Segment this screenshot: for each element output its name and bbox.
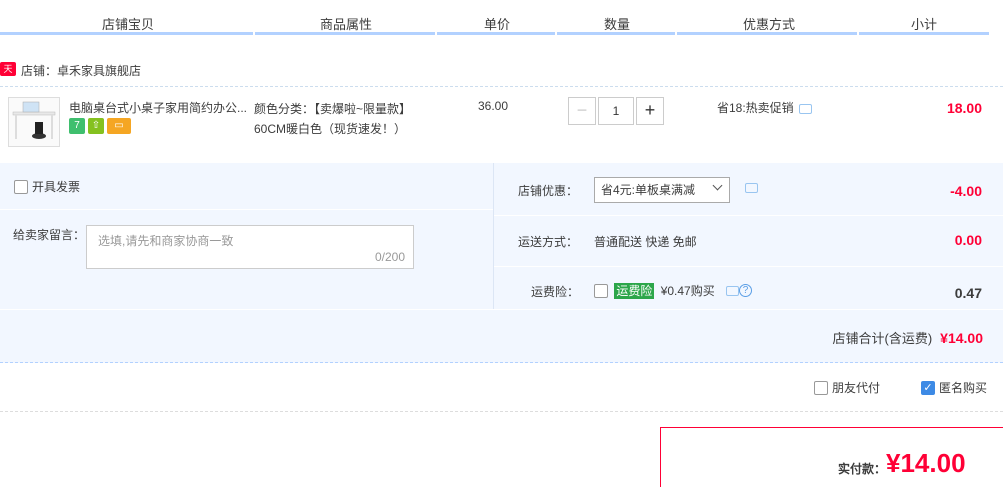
col-subtotal: 小计 [911, 17, 938, 32]
col-discount: 优惠方式 [743, 17, 796, 32]
col-quantity: 数量 [604, 17, 631, 32]
chat-icon[interactable] [726, 285, 740, 296]
desk-image-icon [12, 101, 56, 139]
panel-divider [0, 209, 493, 210]
cart-header: 店铺宝贝 商品属性 单价 数量 优惠方式 小计 [0, 0, 1003, 36]
insurance-option: 运费险 ¥0.47购买 ? [594, 282, 753, 299]
item-subtotal: 18.00 [946, 100, 982, 116]
invoice-label: 开具发票 [32, 180, 81, 194]
qty-input[interactable]: 1 [598, 97, 634, 125]
product-thumbnail[interactable] [8, 97, 60, 147]
insurance-checkbox[interactable] [594, 283, 608, 298]
header-underline [859, 32, 989, 35]
header-underline [0, 32, 253, 35]
quantity-stepper: − 1 + [568, 97, 664, 125]
chat-icon[interactable] [798, 103, 812, 114]
panel-divider [494, 266, 1003, 267]
header-underline [557, 32, 675, 35]
unit-price: 36.00 [478, 99, 509, 113]
promo-method: 省18:热卖促销 [717, 99, 812, 116]
tmall-icon: 天猫 [0, 62, 16, 88]
col-shop-item: 店铺宝贝 [102, 17, 155, 32]
qty-decrease-button[interactable]: − [568, 97, 596, 125]
shipping-amount: 0.00 [954, 232, 982, 248]
anonymous-option[interactable]: ✓ 匿名购买 [921, 379, 987, 396]
shop-discount-label: 店铺优惠： [518, 184, 579, 198]
product-attributes: 颜色分类：【卖爆啦~限量款】60CM暖白色（现货速发！） [254, 102, 412, 136]
pay-summary-box: 实付款： ¥14.00 [660, 427, 1003, 487]
product-title-link[interactable]: 电脑桌台式小桌子家用简约办公... [69, 99, 249, 116]
header-underline [437, 32, 555, 35]
shop-total-value: ¥14.00 [940, 330, 983, 346]
seven-day-return-icon[interactable]: 7 [69, 118, 85, 134]
friend-pay-checkbox[interactable] [814, 380, 828, 395]
header-underline [255, 32, 435, 35]
friend-pay-label: 朋友代付 [832, 381, 881, 395]
insurance-price: ¥0.47购买 [660, 284, 715, 298]
message-placeholder: 选填,请先和商家协商一致 [98, 234, 234, 248]
friend-pay-option[interactable]: 朋友代付 [814, 379, 880, 396]
order-footer: 朋友代付 ✓ 匿名购买 [0, 372, 1003, 412]
service-badges: 7 ⇧ ▭ [69, 118, 131, 134]
shipping-label: 运送方式： [518, 235, 579, 249]
pay-label: 实付款： [838, 462, 887, 476]
shop-total: 店铺合计(含运费) ¥14.00 [833, 328, 984, 347]
col-attributes: 商品属性 [320, 17, 373, 32]
insurance-label: 运费险： [531, 285, 580, 299]
panel-divider [494, 215, 1003, 216]
shop-name-link[interactable]: 店铺：卓禾家具旗舰店 [21, 62, 141, 79]
insurance-tag: 运费险 [614, 282, 655, 299]
header-underline [677, 32, 857, 35]
insurance-amount: 0.47 [954, 285, 982, 301]
order-options-panel: 开具发票 给卖家留言： 选填,请先和商家协商一致 0/200 店铺优惠： 省4元… [0, 163, 1003, 363]
panel-divider [0, 309, 1003, 310]
panel-divider [493, 163, 494, 309]
chat-icon[interactable] [745, 183, 758, 193]
invoice-option[interactable]: 开具发票 [14, 178, 80, 195]
anonymous-label: 匿名购买 [939, 381, 988, 395]
shop-discount-select[interactable]: 省4元:单板桌满减 [594, 177, 730, 203]
pay-total: ¥14.00 [886, 448, 966, 478]
invoice-checkbox[interactable] [14, 179, 28, 194]
shipping-value: 普通配送 快递 免邮 [594, 235, 697, 249]
col-unit-price: 单价 [484, 17, 511, 32]
message-label: 给卖家留言： [13, 228, 86, 242]
message-textarea[interactable]: 选填,请先和商家协商一致 0/200 [86, 225, 414, 269]
card-payment-icon[interactable]: ▭ [107, 118, 131, 134]
shop-discount-amount: -4.00 [950, 183, 982, 199]
help-icon[interactable]: ? [739, 284, 753, 297]
shop-discount-value: 省4元:单板桌满减 [601, 183, 696, 197]
shop-total-label: 店铺合计(含运费) [832, 331, 933, 346]
message-char-count: 0/200 [374, 250, 405, 264]
anonymous-checkbox[interactable]: ✓ [921, 380, 935, 395]
shop-row: 天猫 店铺：卓禾家具旗舰店 [0, 60, 400, 88]
promo-text: 省18:热卖促销 [717, 101, 794, 115]
qty-increase-button[interactable]: + [636, 97, 664, 125]
cart-item-row: 电脑桌台式小桌子家用简约办公... 7 ⇧ ▭ 颜色分类：【卖爆啦~限量款】60… [0, 86, 1003, 162]
guarantee-icon[interactable]: ⇧ [88, 118, 104, 134]
chevron-down-icon [712, 180, 723, 191]
